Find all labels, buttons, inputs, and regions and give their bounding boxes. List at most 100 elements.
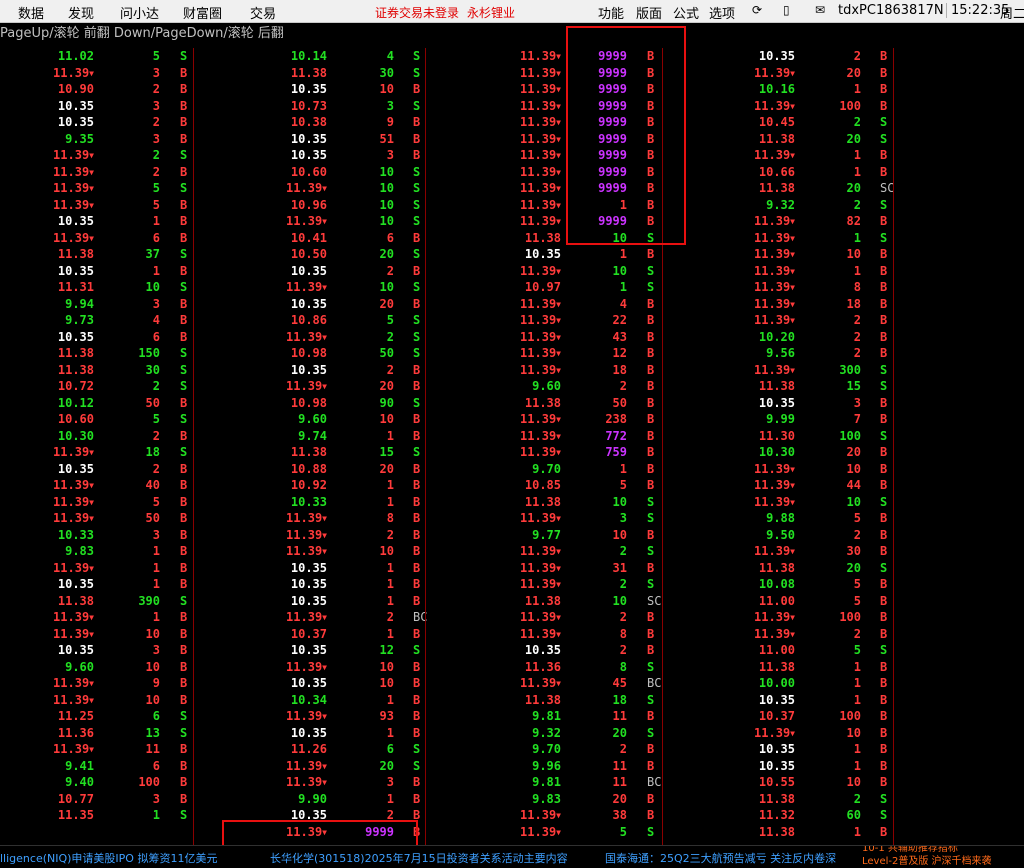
user-id[interactable]: tdxPC1863817N: [838, 3, 944, 18]
price-value: 11.39: [286, 527, 323, 542]
trade-index: [894, 114, 964, 131]
trade-index: [663, 477, 717, 494]
trade-index: [194, 642, 248, 659]
trade-price: 11.39▼: [286, 758, 327, 775]
ticker-item[interactable]: 10-1 共辅助推荐指标: [862, 846, 958, 854]
buy-sell-flag: B: [180, 461, 188, 476]
trade-index: [894, 626, 964, 643]
trade-price: 11.39▼: [520, 164, 561, 181]
ticker-item[interactable]: 长华化学(301518)2025年7月15日投资者关系活动主要内容: [270, 850, 568, 866]
trade-price: 11.39▼: [53, 609, 94, 626]
trade-index: [894, 279, 964, 296]
buy-sell-flag: B: [413, 412, 421, 426]
login-warning[interactable]: 证券交易未登录: [375, 4, 459, 21]
ticker-item[interactable]: Level-2普及版 沪深千档来袭: [862, 857, 992, 867]
menu-trade[interactable]: 交易: [250, 3, 276, 22]
buy-sell-flag: B: [180, 610, 188, 624]
trade-volume: 22: [612, 313, 627, 327]
trade-index: [426, 510, 482, 527]
trade-index: [0, 444, 14, 461]
price-value: 10.33: [57, 527, 94, 542]
trade-price: 11.39▼: [520, 147, 561, 164]
buy-sell-flag: B: [413, 527, 421, 542]
buy-sell-flag: S: [647, 692, 655, 707]
menu-function[interactable]: 功能: [598, 3, 624, 22]
trade-index: [0, 48, 14, 65]
trade-volume: 1: [152, 610, 160, 624]
trade-price: 11.39▼: [520, 114, 561, 131]
price-value: 11.39: [520, 445, 557, 459]
refresh-icon[interactable]: ⟳: [752, 3, 762, 17]
trade-price: 10.35: [58, 114, 94, 131]
trade-volume: 51: [379, 131, 394, 146]
menu-formula[interactable]: 公式: [673, 3, 699, 22]
ticker-item[interactable]: 国泰海通：25Q2三大航预告减亏 关注反内卷深: [605, 850, 836, 866]
trade-volume: 82: [846, 214, 861, 228]
trade-price: 11.39▼: [53, 560, 94, 577]
price-value: 11.39: [53, 148, 90, 162]
mail-icon[interactable]: ✉: [815, 3, 825, 17]
trade-volume: 2: [619, 379, 627, 393]
price-value: 11.00: [758, 593, 795, 608]
menu-assistant[interactable]: 问小达: [120, 3, 159, 22]
trade-index: [663, 329, 717, 346]
menu-discover[interactable]: 发现: [68, 3, 94, 22]
ticker-item[interactable]: lligence(NIQ)申请美股IPO 拟筹资11亿美元: [0, 850, 217, 866]
phone-icon[interactable]: ▯: [783, 3, 790, 17]
buy-sell-flag: S: [647, 659, 655, 674]
trade-index: [663, 312, 717, 329]
price-value: 11.39: [520, 676, 557, 690]
limit-up-arrow-icon: ▼: [790, 481, 795, 490]
buy-sell-flag: B: [880, 577, 888, 591]
buy-sell-flag: B: [180, 197, 188, 212]
trade-index: [194, 213, 248, 230]
trade-price: 11.36: [58, 725, 94, 742]
buy-sell-flag: S: [413, 346, 421, 360]
menu-options[interactable]: 选项: [709, 3, 735, 22]
price-value: 11.39: [754, 148, 791, 162]
trade-index: [663, 494, 717, 511]
menu-wealth[interactable]: 财富圈: [183, 3, 222, 22]
trade-volume: 3: [386, 98, 394, 113]
price-value: 10.08: [758, 577, 795, 591]
buy-sell-flag: B: [180, 643, 188, 657]
trade-volume: 1: [152, 263, 160, 278]
trade-volume: 10: [379, 82, 394, 96]
buy-sell-flag: B: [880, 511, 888, 525]
news-ticker[interactable]: lligence(NIQ)申请美股IPO 拟筹资11亿美元 长华化学(30151…: [0, 845, 1024, 868]
trade-index: [194, 543, 248, 560]
trade-volume: 20: [379, 758, 394, 773]
trade-volume: 11: [145, 742, 160, 756]
trade-volume: 2: [152, 82, 160, 96]
trade-index: [663, 527, 717, 544]
trade-index: [194, 593, 248, 610]
trade-index: [194, 246, 248, 263]
buy-sell-flag: S: [180, 593, 188, 608]
menu-data[interactable]: 数据: [18, 3, 44, 22]
limit-up-arrow-icon: ▼: [556, 679, 561, 688]
buy-sell-flag: B: [413, 511, 421, 525]
buy-sell-flag: S: [647, 494, 655, 509]
buy-sell-flag: B: [880, 725, 888, 740]
buy-sell-flag: B: [880, 82, 888, 96]
trade-price: 9.60: [532, 378, 561, 395]
trade-index: [0, 65, 14, 82]
trade-index: [663, 510, 717, 527]
price-value: 11.02: [57, 49, 94, 63]
trade-index: [894, 197, 964, 214]
buy-sell-flag: B: [413, 230, 421, 245]
trade-index: [426, 543, 482, 560]
tick-detail-grid[interactable]: 11.02 5 S 11.39▼ 3 B 10.90 2 B 10.35 3 B 10.35 2 B 9.35…: [0, 48, 1024, 845]
column-divider: [893, 48, 894, 845]
price-value: 11.39: [520, 313, 557, 327]
buy-sell-flag: B: [880, 296, 888, 311]
trade-volume: 2: [853, 197, 861, 212]
buy-sell-flag: S: [880, 808, 888, 822]
trade-price: 11.39▼: [520, 131, 561, 148]
price-value: 11.39: [286, 379, 323, 393]
price-value: 11.39: [754, 544, 791, 558]
menu-layout[interactable]: 版面: [636, 3, 662, 22]
trade-volume: 40: [145, 478, 160, 492]
trade-price: 9.60: [298, 411, 327, 428]
buy-sell-flag: SC: [647, 593, 662, 608]
